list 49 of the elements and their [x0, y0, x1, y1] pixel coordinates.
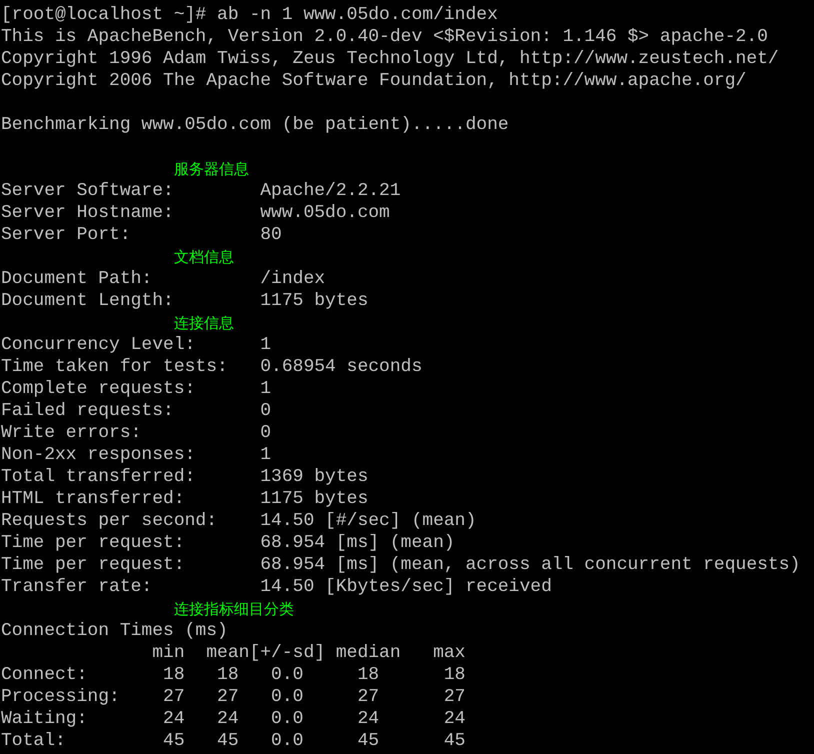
field-value: 0	[260, 400, 272, 422]
field-value: 1175 bytes	[260, 290, 368, 312]
field-label: HTML transferred:	[1, 488, 186, 510]
field-value: 68.954 [ms] (mean)	[260, 532, 455, 554]
field-value: /index	[260, 268, 326, 290]
field-label: Time per request:	[1, 554, 186, 576]
field-value: 14.50 [#/sec] (mean)	[260, 510, 476, 532]
field-label: Document Length:	[1, 290, 175, 312]
section-heading: 文档信息	[174, 247, 234, 268]
field-value: 0.68954 seconds	[260, 356, 422, 378]
terminal-line: Copyright 2006 The Apache Software Foundation, http://www.apache.org/	[1, 70, 748, 92]
terminal-line: Copyright 1996 Adam Twiss, Zeus Technology Ltd, http://www.zeustech.net/	[1, 48, 780, 70]
field-label: Server Hostname:	[1, 202, 175, 224]
terminal-line: Waiting: 24 24 0.0 24 24	[1, 708, 466, 730]
field-label: Document Path:	[1, 268, 154, 290]
field-value: www.05do.com	[260, 202, 390, 224]
field-label: Concurrency Level:	[1, 334, 196, 356]
field-label: Complete requests:	[1, 378, 196, 400]
section-heading: 连接指标细目分类	[174, 599, 294, 620]
terminal-line: min mean[+/-sd] median max	[151, 642, 466, 664]
field-value: Apache/2.2.21	[260, 180, 401, 202]
terminal-line: This is ApacheBench, Version 2.0.40-dev <$Revision: 1.146 $> apache-2.0	[1, 26, 769, 48]
terminal-line: Total: 45 45 0.0 45 45	[1, 730, 466, 752]
field-value: 80	[260, 224, 282, 246]
field-label: Server Software:	[1, 180, 175, 202]
field-value: 14.50 [Kbytes/sec] received	[260, 576, 552, 598]
field-label: Failed requests:	[1, 400, 175, 422]
terminal-line: Benchmarking www.05do.com (be patient).....done	[1, 114, 510, 136]
field-label: Total transferred:	[1, 466, 196, 488]
field-value: 0	[260, 422, 272, 444]
field-label: Time per request:	[1, 532, 186, 554]
field-label: Time taken for tests:	[1, 356, 229, 378]
field-value: 1	[260, 444, 272, 466]
terminal-line: [root@localhost ~]# ab -n 1 www.05do.com/index	[1, 4, 499, 26]
terminal-line: Connection Times (ms)	[1, 620, 229, 642]
field-value: 1	[260, 378, 272, 400]
field-label: Server Port:	[1, 224, 132, 246]
field-label: Transfer rate:	[1, 576, 154, 598]
section-heading: 服务器信息	[174, 159, 249, 180]
field-label: Requests per second:	[1, 510, 218, 532]
terminal-line: Processing: 27 27 0.0 27 27	[1, 686, 466, 708]
field-value: 1175 bytes	[260, 488, 368, 510]
field-label: Write errors:	[1, 422, 142, 444]
field-value: 1	[260, 334, 272, 356]
terminal-line: Connect: 18 18 0.0 18 18	[1, 664, 466, 686]
section-heading: 连接信息	[174, 313, 234, 334]
field-value: 1369 bytes	[260, 466, 368, 488]
field-value: 68.954 [ms] (mean, across all concurrent requests)	[260, 554, 800, 576]
field-label: Non-2xx responses:	[1, 444, 196, 466]
